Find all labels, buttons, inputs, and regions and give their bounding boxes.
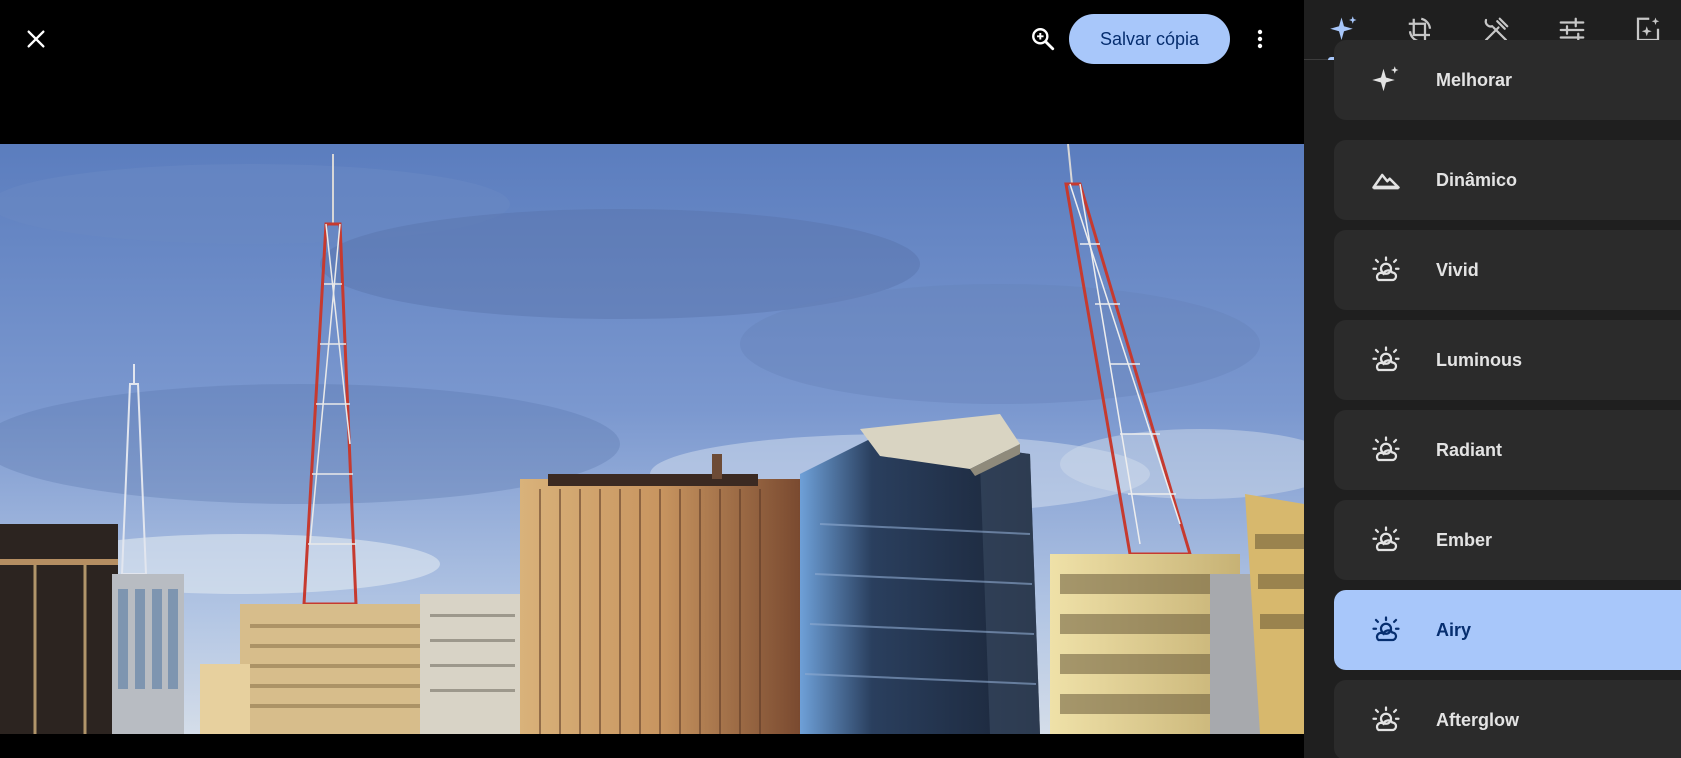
sun-cloud-icon — [1372, 256, 1400, 282]
close-button[interactable] — [14, 17, 58, 61]
preset-list: Melhorar Dinâmico Vivid Luminous Radiant… — [1304, 40, 1681, 758]
preset-label: Radiant — [1436, 439, 1503, 460]
preset-label: Afterglow — [1436, 709, 1519, 730]
preset-radiant[interactable]: Radiant — [1334, 410, 1681, 490]
sun-cloud-icon — [1372, 616, 1400, 642]
preset-label: Vivid — [1436, 259, 1479, 280]
sun-cloud-icon — [1372, 436, 1400, 462]
photo-canvas — [0, 144, 1304, 734]
preset-dinamico[interactable]: Dinâmico — [1334, 140, 1681, 220]
preset-label: Airy — [1436, 619, 1472, 640]
preset-label: Melhorar — [1436, 69, 1513, 90]
zoom-in-icon — [1032, 28, 1055, 51]
more-vert-icon — [1257, 29, 1263, 49]
preset-melhorar[interactable]: Melhorar — [1334, 40, 1681, 120]
sun-cloud-icon — [1372, 346, 1400, 372]
sun-cloud-icon — [1372, 526, 1400, 552]
preset-luminous[interactable]: Luminous — [1334, 320, 1681, 400]
preset-vivid[interactable]: Vivid — [1334, 230, 1681, 310]
photo-viewer: Salvar cópia — [0, 0, 1304, 758]
sparkle-icon — [1372, 66, 1399, 92]
preset-airy[interactable]: Airy — [1334, 590, 1681, 670]
preset-ember[interactable]: Ember — [1334, 500, 1681, 580]
preset-label: Dinâmico — [1436, 169, 1518, 190]
mountain-icon — [1372, 173, 1400, 190]
close-icon — [27, 30, 45, 48]
cityscape-photo — [0, 144, 1304, 734]
sun-cloud-icon — [1372, 706, 1400, 732]
more-options-button[interactable] — [1238, 17, 1282, 61]
preset-label: Luminous — [1436, 349, 1522, 370]
preset-label: Ember — [1436, 529, 1493, 550]
viewer-toolbar: Salvar cópia — [0, 0, 1304, 78]
zoom-button[interactable] — [1021, 17, 1065, 61]
save-copy-button[interactable]: Salvar cópia — [1069, 14, 1230, 64]
edit-panel: Melhorar Dinâmico Vivid Luminous Radiant… — [1304, 0, 1681, 758]
preset-afterglow[interactable]: Afterglow — [1334, 680, 1681, 758]
